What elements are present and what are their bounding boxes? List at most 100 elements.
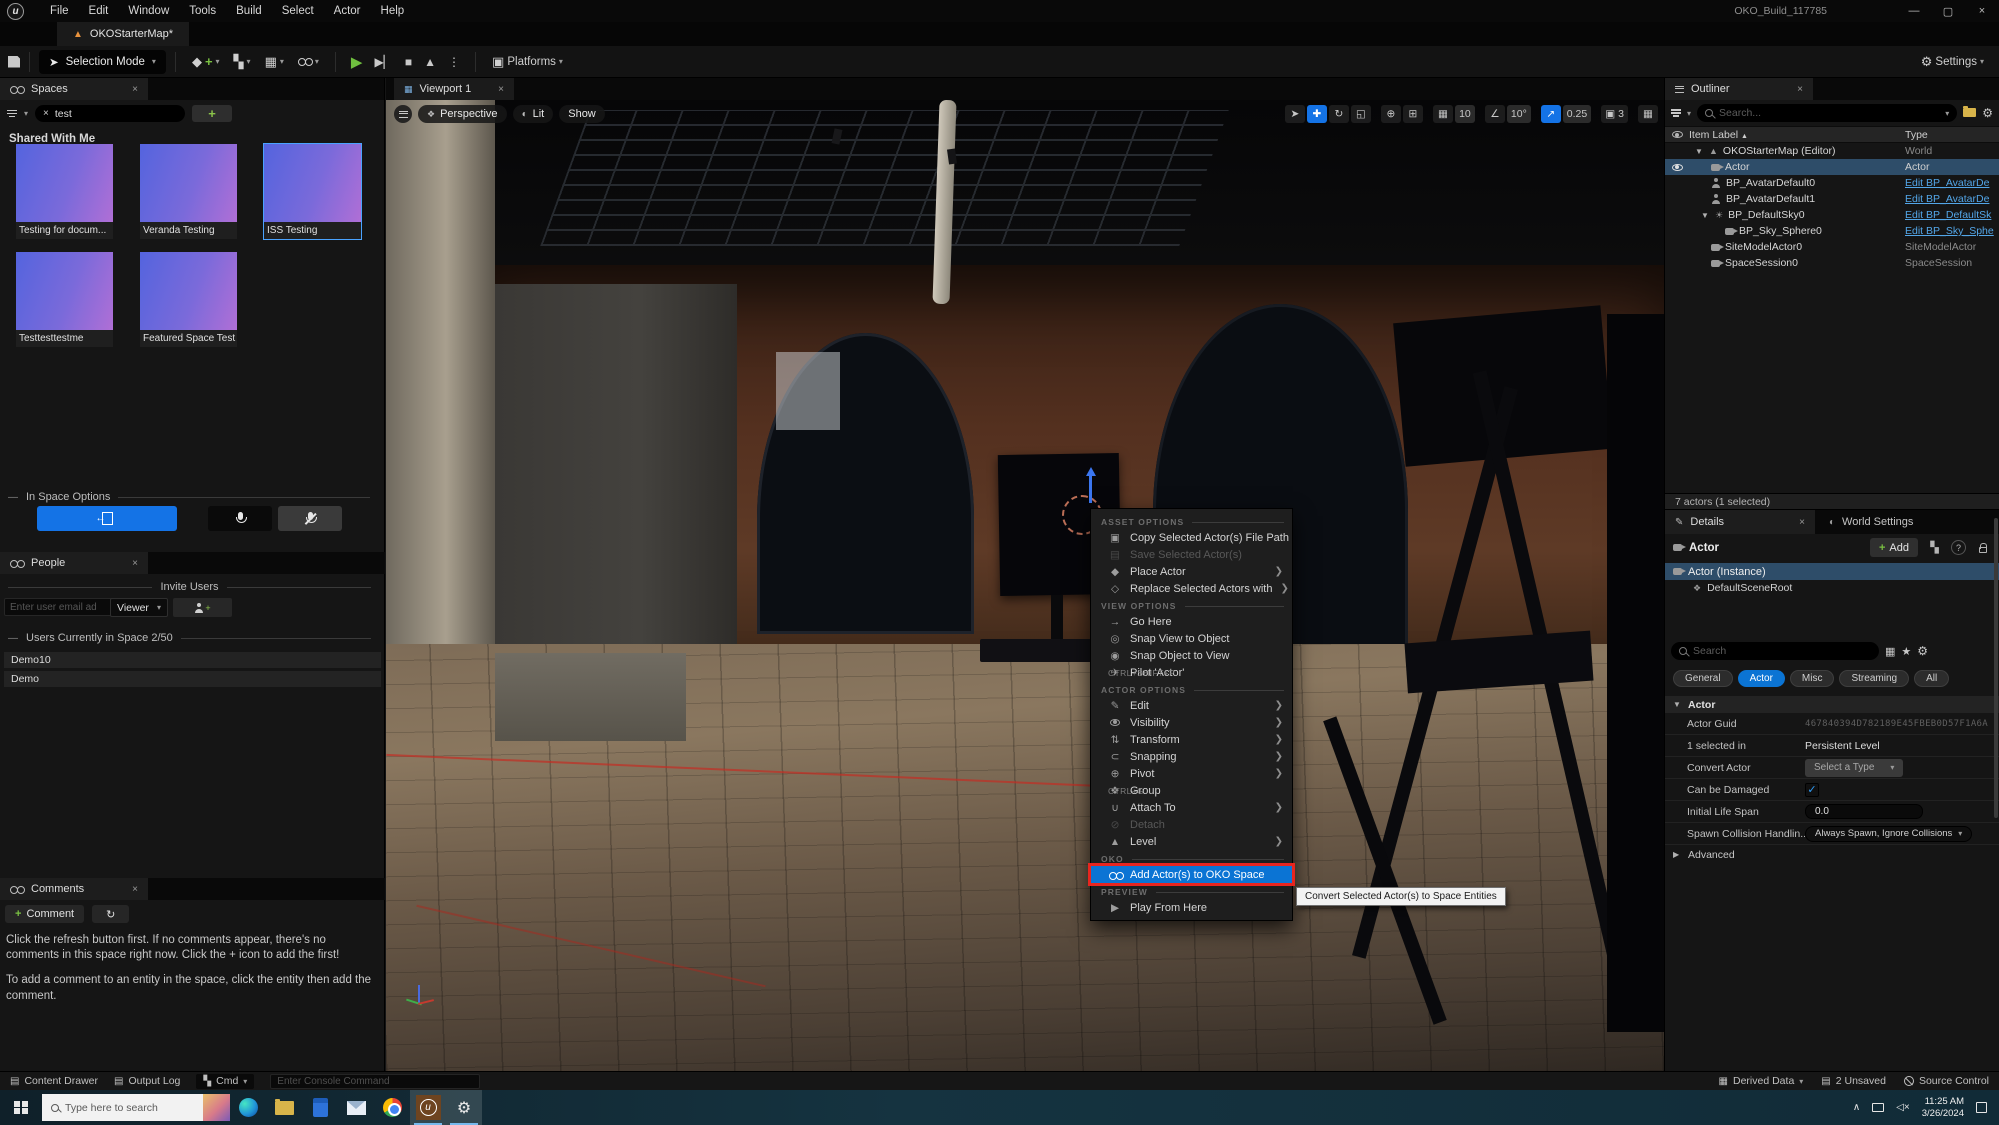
clear-search-icon[interactable]: × — [43, 108, 49, 119]
mic-button[interactable] — [208, 506, 272, 531]
tab-spaces[interactable]: Spaces × — [0, 78, 148, 100]
outliner-row[interactable]: BP_Sky_Sphere0 Edit BP_Sky_Sphe — [1665, 223, 1999, 239]
space-card[interactable]: Veranda Testing — [140, 144, 237, 239]
menu-help[interactable]: Help — [371, 0, 415, 22]
display-icon[interactable] — [1872, 1103, 1884, 1112]
menu-item-pilot-actor[interactable]: ✈Pilot 'Actor'CTRL+SHIFT+P — [1091, 664, 1292, 681]
grid-snap-value[interactable]: 10 — [1455, 105, 1475, 123]
eject-button[interactable]: ▲ — [418, 55, 442, 69]
blueprints-dropdown[interactable]: ▚▾ — [227, 54, 258, 70]
selection-mode-dropdown[interactable]: ➤ Selection Mode ▾ — [39, 50, 166, 74]
outliner-row-selected[interactable]: Actor Actor — [1665, 159, 1999, 175]
chevron-down-icon[interactable]: ▾ — [1945, 109, 1949, 118]
filter-tab-misc[interactable]: Misc — [1790, 670, 1835, 687]
role-dropdown[interactable]: Viewer ▾ — [110, 598, 168, 617]
minimize-button[interactable]: — — [1897, 5, 1931, 17]
filter-icon[interactable] — [7, 110, 17, 118]
type-column-header[interactable]: Type — [1905, 129, 1999, 141]
expander-icon[interactable]: ▼ — [1695, 147, 1704, 156]
menu-actor[interactable]: Actor — [324, 0, 371, 22]
menu-item-edit[interactable]: ✎Edit❯ — [1091, 697, 1292, 714]
spaces-search-input[interactable] — [55, 108, 177, 120]
user-list-item[interactable]: Demo10 — [4, 652, 381, 668]
console-command-input[interactable] — [270, 1074, 480, 1089]
space-card-selected[interactable]: ISS Testing — [264, 144, 361, 239]
expander-icon[interactable]: ▼ — [1701, 211, 1710, 220]
close-icon[interactable]: × — [124, 558, 138, 569]
rotate-tool-button[interactable]: ↻ — [1329, 105, 1349, 123]
tab-people[interactable]: People × — [0, 552, 148, 574]
close-icon[interactable]: × — [124, 884, 138, 895]
save-icon[interactable] — [8, 56, 20, 68]
rotation-snap-toggle[interactable]: ∠ — [1485, 105, 1505, 123]
menu-item-visibility[interactable]: Visibility❯ — [1091, 714, 1292, 731]
rotation-snap-value[interactable]: 10° — [1507, 105, 1531, 123]
speaker-icon[interactable]: ◁× — [1896, 1102, 1910, 1113]
stop-button[interactable]: ■ — [399, 55, 418, 69]
menu-item-snapping[interactable]: ⊂Snapping❯ — [1091, 748, 1292, 765]
menu-edit[interactable]: Edit — [79, 0, 119, 22]
menu-window[interactable]: Window — [118, 0, 179, 22]
default-scene-root-row[interactable]: ❖ DefaultSceneRoot — [1665, 580, 1999, 596]
gizmo-z-arrow[interactable] — [1089, 475, 1092, 503]
platforms-dropdown[interactable]: ▣ Platforms▾ — [485, 54, 570, 70]
can-be-damaged-checkbox[interactable]: ✓ — [1805, 783, 1819, 797]
camera-speed-button[interactable]: ▣ 3 — [1601, 105, 1628, 123]
menu-build[interactable]: Build — [226, 0, 272, 22]
add-comment-button[interactable]: + Comment — [5, 905, 84, 923]
taskbar-app-settings[interactable]: ⚙ — [446, 1090, 482, 1125]
outliner-row[interactable]: ▼▲OKOStarterMap (Editor) World — [1665, 143, 1999, 159]
taskbar-clock[interactable]: 11:25 AM 3/26/2024 — [1922, 1096, 1964, 1120]
output-log-button[interactable]: ▤ Output Log — [114, 1075, 180, 1087]
actor-instance-row[interactable]: Actor (Instance) — [1665, 563, 1999, 580]
outliner-row[interactable]: ▼☀BP_DefaultSky0 Edit BP_DefaultSk — [1665, 207, 1999, 223]
leave-space-button[interactable] — [37, 506, 177, 531]
collapse-dash-icon[interactable]: — — [8, 633, 18, 644]
outliner-row[interactable]: BP_AvatarDefault0 Edit BP_AvatarDe — [1665, 175, 1999, 191]
cinematics-dropdown[interactable]: ▦▾ — [258, 54, 291, 70]
taskbar-app-unreal[interactable]: u — [410, 1090, 446, 1125]
menu-item-snap-object-to-view[interactable]: ◉Snap Object to View — [1091, 647, 1292, 664]
menu-item-transform[interactable]: ⇅Transform❯ — [1091, 731, 1292, 748]
play-options-kebab-icon[interactable]: ⋮ — [442, 55, 466, 69]
scale-snap-value[interactable]: 0.25 — [1563, 105, 1591, 123]
lit-dropdown[interactable]: ◐ Lit — [513, 105, 554, 123]
outliner-row[interactable]: SpaceSession0 SpaceSession — [1665, 255, 1999, 271]
help-icon[interactable]: ? — [1951, 540, 1966, 555]
lock-icon[interactable] — [1973, 538, 1992, 557]
menu-item-pivot[interactable]: ⊕Pivot❯ — [1091, 765, 1292, 782]
space-card[interactable]: Testtesttestme — [16, 252, 113, 347]
tab-okostartermap[interactable]: ▲ OKOStarterMap* — [57, 22, 189, 46]
taskbar-app-edge[interactable] — [230, 1090, 266, 1125]
play-button[interactable]: ▶ — [345, 53, 369, 71]
close-icon[interactable]: × — [124, 84, 138, 95]
spawn-collision-dropdown[interactable]: Always Spawn, Ignore Collisions ▾ — [1805, 826, 1972, 842]
item-label-column-header[interactable]: Item Label ▲ — [1689, 129, 1905, 141]
menu-select[interactable]: Select — [272, 0, 324, 22]
menu-item-replace-actors[interactable]: ◇Replace Selected Actors with❯ — [1091, 580, 1292, 597]
move-tool-button[interactable]: ✚ — [1307, 105, 1327, 123]
tab-comments[interactable]: Comments × — [0, 878, 148, 900]
cmd-dropdown[interactable]: ▚ Cmd ▾ — [196, 1074, 254, 1089]
notification-center-icon[interactable] — [1976, 1102, 1987, 1113]
close-icon[interactable]: × — [1789, 84, 1803, 95]
content-drawer-button[interactable]: ▤ Content Drawer — [10, 1075, 98, 1087]
tray-chevron-up-icon[interactable]: ∧ — [1853, 1102, 1860, 1113]
menu-file[interactable]: File — [40, 0, 79, 22]
taskbar-search[interactable]: Type here to search — [42, 1094, 230, 1121]
outliner-row[interactable]: SiteModelActor0 SiteModelActor — [1665, 239, 1999, 255]
tab-outliner[interactable]: Outliner × — [1665, 78, 1813, 100]
unsaved-button[interactable]: ▤ 2 Unsaved — [1821, 1075, 1886, 1087]
settings-dropdown[interactable]: ⚙ Settings▾ — [1914, 54, 1991, 70]
scale-tool-button[interactable]: ◱ — [1351, 105, 1371, 123]
add-component-button[interactable]: + Add — [1870, 538, 1918, 557]
expander-icon[interactable]: ▼ — [1673, 700, 1682, 709]
source-control-button[interactable]: Source Control — [1904, 1075, 1989, 1087]
close-icon[interactable]: × — [1791, 517, 1805, 528]
refresh-comments-button[interactable]: ↻ — [92, 905, 129, 923]
maximize-viewport-button[interactable]: ▦ — [1638, 105, 1658, 123]
chevron-down-icon[interactable]: ▾ — [24, 109, 28, 118]
filter-tab-streaming[interactable]: Streaming — [1839, 670, 1909, 687]
collapse-dash-icon[interactable]: — — [8, 492, 18, 503]
start-button[interactable] — [0, 1090, 42, 1125]
